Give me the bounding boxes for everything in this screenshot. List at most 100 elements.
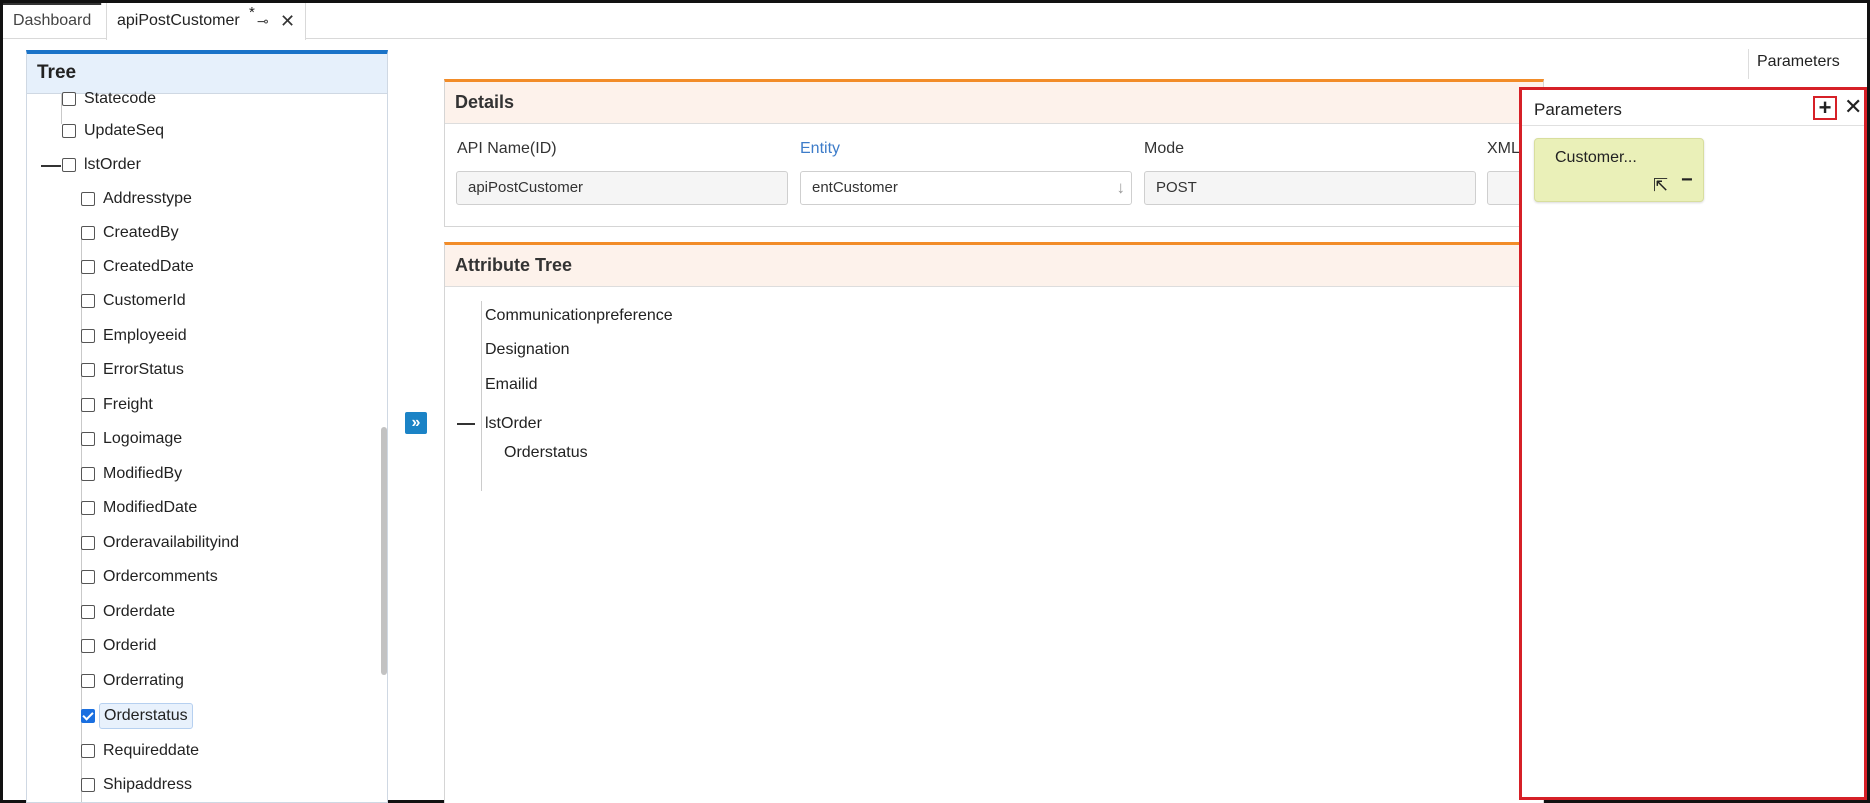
mode-label: Mode xyxy=(1144,140,1185,157)
tree-item[interactable]: CreatedBy xyxy=(81,218,179,248)
checkbox[interactable] xyxy=(81,192,95,206)
tree-item[interactable]: Ordercomments xyxy=(81,562,218,592)
tree-item[interactable]: ErrorStatus xyxy=(81,355,184,385)
tree-item-label: Shipaddress xyxy=(103,776,192,793)
checkbox[interactable] xyxy=(81,501,95,515)
tree-scrollbar[interactable] xyxy=(381,427,387,675)
tab-bar: Dashboard apiPostCustomer * ⊸ ✕ xyxy=(3,3,1867,40)
attribute-tree-item[interactable]: Orderstatus xyxy=(504,444,588,462)
tree-item[interactable]: Statecode xyxy=(62,84,156,114)
parameters-panel-title: Parameters xyxy=(1534,100,1622,119)
tree-item-label: Statecode xyxy=(84,90,157,107)
tree-item[interactable]: Addresstype xyxy=(81,184,192,214)
close-panel-button[interactable]: ✕ xyxy=(1844,94,1862,120)
checkbox[interactable] xyxy=(81,639,95,653)
parameter-card[interactable]: Customer... ⇱ − xyxy=(1534,138,1704,202)
attribute-tree-item[interactable]: Designation xyxy=(485,341,570,359)
xml-label: XML xyxy=(1487,140,1520,157)
tree-item[interactable]: Orderrating xyxy=(81,666,184,696)
checkbox[interactable] xyxy=(62,124,76,138)
tree-item[interactable]: Requireddate xyxy=(81,736,199,766)
unsaved-marker: * xyxy=(249,4,255,21)
attribute-tree-section: Attribute Tree Communicationpreference D… xyxy=(444,242,1544,803)
parameters-panel-header: Parameters + ✕ xyxy=(1522,90,1864,126)
pin-icon[interactable]: ⊸ xyxy=(257,3,269,39)
tree-item[interactable]: Employeeid xyxy=(81,321,187,351)
close-tab-icon[interactable]: ✕ xyxy=(280,3,295,39)
tree-item-label: ModifiedDate xyxy=(103,499,198,516)
arrow-down-icon: ↓ xyxy=(1116,178,1126,197)
checkbox[interactable] xyxy=(81,744,95,758)
tree-item[interactable]: CustomerId xyxy=(81,286,186,316)
tree-item-label: ErrorStatus xyxy=(103,361,184,378)
checkbox[interactable] xyxy=(81,294,95,308)
tree-item[interactable]: Freight xyxy=(81,390,153,420)
plus-icon: + xyxy=(1818,95,1832,120)
checkbox[interactable] xyxy=(81,467,95,481)
tab-dashboard[interactable]: Dashboard xyxy=(3,3,103,29)
mode-field[interactable]: POST xyxy=(1144,171,1476,205)
collapse-toggle-icon[interactable] xyxy=(457,423,475,425)
checkbox[interactable] xyxy=(81,536,95,550)
details-section: Details API Name(ID) apiPostCustomer Ent… xyxy=(444,79,1544,227)
checkbox[interactable] xyxy=(81,260,95,274)
tree-item-label: Orderstatus xyxy=(99,703,193,729)
entity-link[interactable]: Entity xyxy=(800,140,840,158)
checkbox[interactable] xyxy=(81,605,95,619)
tree-body[interactable]: Statecode UpdateSeq lstOrder Addresstype… xyxy=(27,90,387,802)
tree-item[interactable]: UpdateSeq xyxy=(62,116,164,146)
attribute-tree-title: Attribute Tree xyxy=(445,245,1543,287)
checkbox[interactable] xyxy=(81,363,95,377)
attribute-tree-item[interactable]: lstOrder xyxy=(485,415,542,433)
tree-item[interactable]: Shipaddress xyxy=(81,770,192,800)
checkbox[interactable] xyxy=(81,674,95,688)
tab-apipostcustomer[interactable]: apiPostCustomer * ⊸ ✕ xyxy=(106,3,306,40)
attribute-tree-item[interactable]: Emailid xyxy=(485,376,537,394)
tree-item-label: Logoimage xyxy=(103,430,183,447)
api-name-label: API Name(ID) xyxy=(457,140,557,157)
tree-item[interactable]: ModifiedBy xyxy=(81,459,182,489)
checkbox[interactable] xyxy=(62,158,76,172)
expand-panel-button[interactable]: » xyxy=(405,412,427,434)
entity-dropdown[interactable]: entCustomer ↓ xyxy=(800,171,1132,205)
tree-item-label: Orderavailabilityind xyxy=(103,534,240,551)
tab-active-label: apiPostCustomer xyxy=(117,12,240,29)
tree-item-label: Requireddate xyxy=(103,742,200,759)
api-name-field[interactable]: apiPostCustomer xyxy=(456,171,788,205)
checkbox[interactable] xyxy=(81,432,95,446)
tree-item[interactable]: Logoimage xyxy=(81,424,182,454)
tree-item-label: lstOrder xyxy=(84,156,141,173)
checkbox[interactable] xyxy=(81,570,95,584)
parameter-card-label: Customer... xyxy=(1555,149,1637,166)
attribute-tree-connector xyxy=(481,301,482,491)
parameters-side-tab[interactable]: Parameters xyxy=(1748,49,1866,79)
mode-value: POST xyxy=(1156,179,1197,196)
tree-item-label: Addresstype xyxy=(103,190,192,207)
checkbox[interactable] xyxy=(62,92,76,106)
close-icon: ✕ xyxy=(1844,94,1863,119)
tree-item-label: Ordercomments xyxy=(103,568,218,585)
tree-item[interactable]: Orderid xyxy=(81,631,156,661)
checkbox[interactable] xyxy=(81,398,95,412)
remove-parameter-icon[interactable]: − xyxy=(1681,169,1693,192)
checkbox[interactable] xyxy=(81,329,95,343)
tree-item-selected[interactable]: Orderstatus xyxy=(81,701,193,731)
checkbox[interactable] xyxy=(81,226,95,240)
collapse-toggle-icon[interactable] xyxy=(41,165,61,167)
attribute-tree-item[interactable]: Communicationpreference xyxy=(485,307,673,325)
checkbox[interactable] xyxy=(81,778,95,792)
tree-item-label: Orderrating xyxy=(103,672,184,689)
checkbox-checked[interactable] xyxy=(81,709,95,723)
edit-icon[interactable]: ⇱ xyxy=(1653,175,1668,196)
tree-item[interactable]: lstOrder xyxy=(62,150,141,180)
tree-item-label: Employeeid xyxy=(103,327,187,344)
tree-item[interactable]: Orderdate xyxy=(81,597,175,627)
api-name-value: apiPostCustomer xyxy=(468,179,584,196)
add-parameter-button[interactable]: + xyxy=(1813,96,1837,120)
tree-item[interactable]: Orderavailabilityind xyxy=(81,528,239,558)
tree-item-label: Orderdate xyxy=(103,603,176,620)
tree-item[interactable]: CreatedDate xyxy=(81,252,194,282)
parameters-panel: Parameters + ✕ Customer... ⇱ − xyxy=(1519,87,1867,800)
double-chevron-right-icon: » xyxy=(411,414,421,431)
tree-item[interactable]: ModifiedDate xyxy=(81,493,197,523)
